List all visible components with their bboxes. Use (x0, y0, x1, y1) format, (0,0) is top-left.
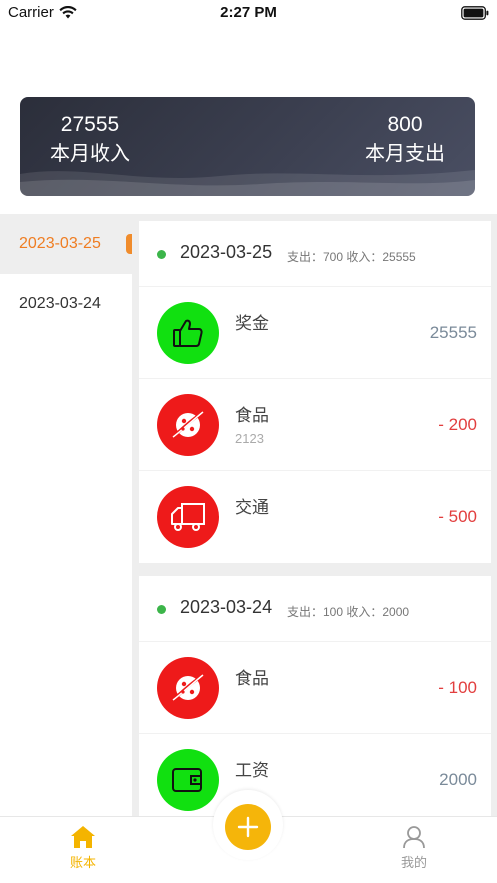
income-label: 本月收入 (50, 143, 130, 165)
expense-label: 本月支出 (365, 143, 445, 165)
food-icon (172, 674, 204, 701)
category-icon-bg (157, 749, 219, 811)
day-date: 2023-03-25 (180, 242, 273, 262)
record-row[interactable]: 食品 - 100 (139, 642, 491, 734)
food-icon (172, 411, 204, 438)
category-icon-bg (157, 486, 219, 548)
income-summary: 27555 本月收入 (50, 111, 130, 169)
record-row[interactable]: 工资 2000 (139, 734, 491, 816)
sidebar-item-label: 2023-03-24 (19, 295, 101, 312)
day-header: 2023-03-24 支出：100 收入：2000 (139, 576, 491, 642)
record-amount: - 100 (438, 678, 477, 697)
record-note: 2123 (235, 431, 264, 446)
record-amount: 25555 (429, 323, 477, 342)
category-icon-bg (157, 302, 219, 364)
income-value: 27555 (60, 113, 120, 136)
tab-mine[interactable]: 我的 (374, 825, 454, 871)
record-row[interactable]: 奖金 25555 (139, 287, 491, 379)
day-date: 2023-03-24 (180, 597, 273, 617)
day-header: 2023-03-25 支出：700 收入：25555 (139, 221, 491, 287)
sidebar-item-2023-03-25[interactable]: 2023-03-25 (0, 214, 132, 274)
category-icon-bg (157, 657, 219, 719)
day-dot (157, 250, 166, 259)
home-icon (71, 826, 95, 848)
expense-value: 800 (387, 113, 423, 136)
expense-summary: 800 本月支出 (365, 111, 445, 169)
category-icon-bg (157, 394, 219, 456)
sidebar-item-2023-03-24[interactable]: 2023-03-24 (0, 274, 132, 334)
truck-icon (171, 503, 205, 531)
active-indicator (126, 234, 132, 254)
day-card: 2023-03-24 支出：100 收入：2000 食品 - 100 工资 20… (139, 576, 491, 816)
record-row[interactable]: 交通 - 500 (139, 471, 491, 563)
record-amount: 2000 (439, 770, 477, 789)
day-totals: 支出：100 收入：2000 (287, 605, 410, 619)
day-card: 2023-03-25 支出：700 收入：25555 奖金 25555 食品 2… (139, 221, 491, 563)
tab-ledger[interactable]: 账本 (43, 825, 123, 871)
user-icon (403, 826, 425, 849)
status-bar: Carrier 2:27 PM (0, 0, 497, 26)
day-totals: 支出：700 收入：25555 (287, 250, 416, 264)
day-dot (157, 605, 166, 614)
record-category: 交通 (235, 498, 269, 517)
record-category: 食品 (235, 406, 269, 425)
tab-ledger-label: 账本 (69, 855, 96, 870)
record-row[interactable]: 食品 2123 - 200 (139, 379, 491, 471)
thumbs-up-icon (173, 319, 203, 347)
wallet-icon (172, 768, 202, 792)
record-category: 工资 (235, 761, 269, 780)
date-sidebar: 2023-03-25 2023-03-24 (0, 214, 132, 816)
record-category: 奖金 (235, 314, 269, 333)
monthly-summary-card: 27555 本月收入 800 本月支出 (20, 97, 475, 196)
plus-icon (237, 816, 259, 838)
tab-mine-label: 我的 (400, 855, 427, 870)
record-amount: - 500 (438, 507, 477, 526)
add-record-button[interactable] (225, 804, 271, 850)
clock: 2:27 PM (220, 4, 277, 21)
record-amount: - 200 (438, 415, 477, 434)
record-category: 食品 (235, 669, 269, 688)
battery-icon (461, 6, 489, 20)
sidebar-item-label: 2023-03-25 (19, 235, 101, 252)
